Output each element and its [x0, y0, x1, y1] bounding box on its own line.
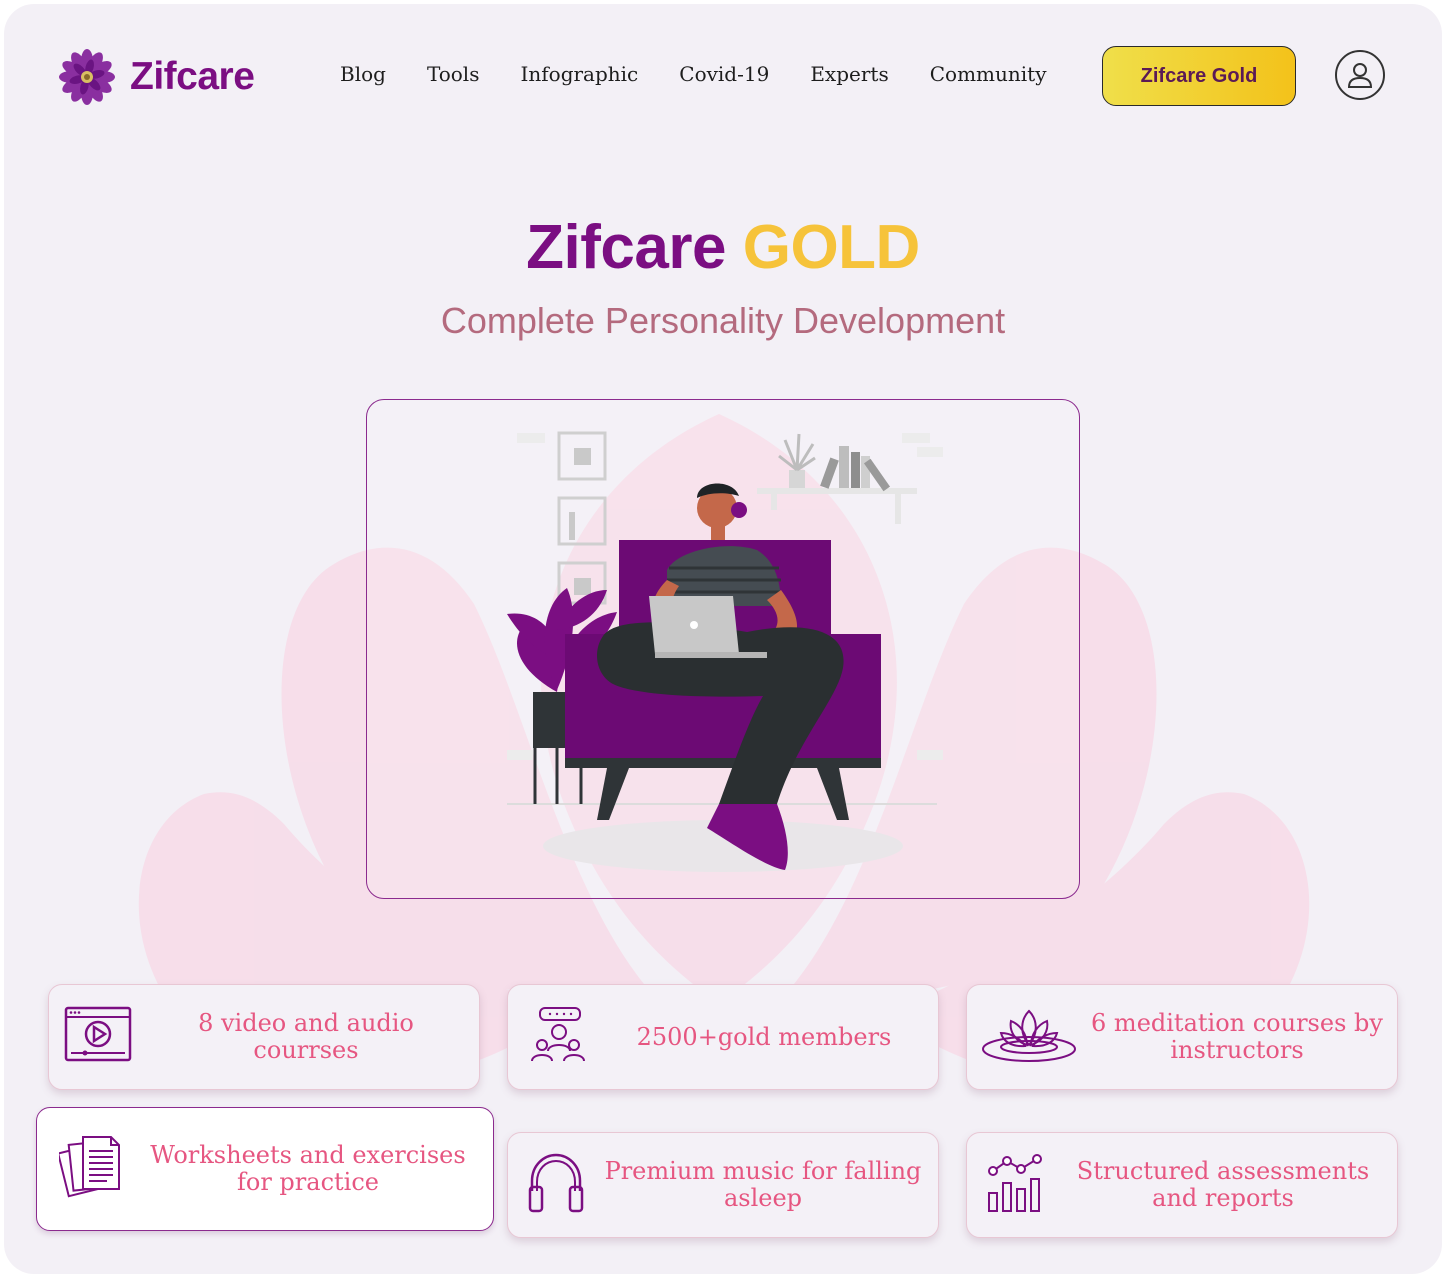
hero-illustration — [366, 399, 1080, 899]
nav-infographic[interactable]: Infographic — [520, 62, 638, 86]
members-group-icon — [526, 1005, 590, 1070]
person-on-sofa-illustration — [507, 431, 943, 872]
user-icon — [1347, 63, 1373, 88]
nav-community[interactable]: Community — [930, 62, 1047, 86]
headphones-icon — [524, 1151, 588, 1220]
title-accent: GOLD — [742, 213, 921, 282]
analytics-chart-icon — [985, 1151, 1049, 1220]
page-title: Zifcare GOLD — [4, 212, 1442, 283]
feature-text: Premium music for falling asleep — [604, 1157, 922, 1212]
feature-text: Structured assessments and reports — [1076, 1157, 1370, 1212]
feature-text: 8 video and audio courrses — [198, 1009, 414, 1064]
feature-card-members[interactable]: 2500+gold members — [507, 984, 939, 1090]
lotus-meditation-icon — [981, 1005, 1077, 1070]
feature-card-music[interactable]: Premium music for falling asleep — [507, 1132, 939, 1238]
feature-card-courses[interactable]: 8 video and audio courrses — [48, 984, 480, 1090]
logo-text: Zifcare — [130, 55, 255, 98]
feature-text: 6 meditation courses by instructors — [1091, 1009, 1383, 1064]
nav-experts[interactable]: Experts — [810, 62, 888, 86]
logo[interactable]: Zifcare — [58, 48, 255, 106]
title-main: Zifcare — [526, 213, 726, 282]
worksheets-icon — [56, 1133, 123, 1206]
feature-card-worksheets[interactable]: Worksheets and exercises for practice — [36, 1107, 494, 1231]
nav-tools[interactable]: Tools — [427, 62, 480, 86]
zifcare-gold-button[interactable]: Zifcare Gold — [1102, 46, 1296, 106]
video-player-icon — [63, 1005, 133, 1070]
main-nav: Blog Tools Infographic Covid-19 Experts … — [340, 62, 1088, 86]
page-subtitle: Complete Personality Development — [440, 300, 1006, 341]
nav-covid-19[interactable]: Covid-19 — [679, 62, 769, 86]
user-account-button[interactable] — [1335, 50, 1385, 100]
nav-blog[interactable]: Blog — [340, 62, 386, 86]
feature-text: Worksheets and exercises for practice — [150, 1141, 466, 1196]
feature-text: 2500+gold members — [636, 1022, 892, 1051]
feature-card-meditation[interactable]: 6 meditation courses by instructors — [966, 984, 1398, 1090]
page-frame: Zifcare Blog Tools Infographic Covid-19 … — [4, 4, 1442, 1274]
feature-card-assessments[interactable]: Structured assessments and reports — [966, 1132, 1398, 1238]
flower-logo-icon — [59, 49, 115, 105]
